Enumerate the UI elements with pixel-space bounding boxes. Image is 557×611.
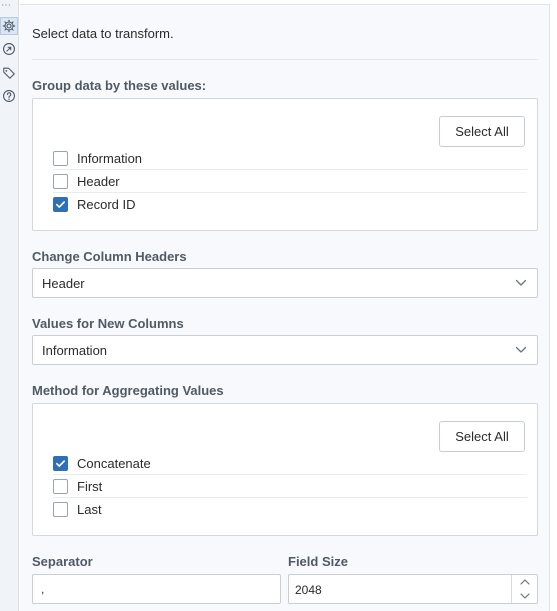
option-label: Last (77, 502, 102, 517)
group-option-information[interactable]: Information (53, 147, 527, 170)
annotation-arrow-icon[interactable] (1, 41, 17, 57)
separator-input[interactable] (32, 574, 281, 604)
configuration-panel: Select data to transform. Group data by … (20, 4, 550, 611)
aggregate-label: Method for Aggregating Values (32, 383, 224, 398)
checkmark-icon (56, 459, 65, 467)
new-columns-select[interactable]: Information (32, 335, 538, 365)
tool-rail: ⋯ (0, 0, 19, 611)
checkbox[interactable] (53, 150, 68, 166)
selected-value: Information (42, 342, 108, 358)
settings-gear-icon[interactable] (0, 17, 18, 35)
aggregate-list: Select All Concatenate First Last (32, 403, 538, 536)
checkbox-checked[interactable] (53, 455, 68, 471)
aggregate-option-first[interactable]: First (53, 475, 527, 498)
field-size-value[interactable]: 2048 (295, 583, 322, 597)
decrement-chevron-down-icon[interactable] (512, 589, 537, 603)
scrollbar-track[interactable] (550, 0, 557, 611)
group-by-label: Group data by these values: (32, 78, 207, 93)
option-label: Header (77, 173, 120, 189)
divider (32, 59, 538, 60)
tag-icon[interactable] (1, 65, 17, 81)
option-label: First (77, 478, 103, 494)
field-size-stepper[interactable]: 2048 (288, 574, 538, 604)
option-label: Information (77, 150, 143, 166)
group-option-record-id[interactable]: Record ID (53, 193, 527, 216)
change-headers-select[interactable]: Header (32, 268, 538, 298)
checkbox[interactable] (53, 173, 68, 189)
checkbox-checked[interactable] (53, 197, 68, 212)
option-label: Concatenate (77, 455, 151, 471)
option-label: Record ID (77, 197, 136, 212)
stepper-buttons (511, 575, 537, 603)
increment-chevron-up-icon[interactable] (512, 575, 537, 589)
intro-text: Select data to transform. (32, 26, 174, 41)
field-size-label: Field Size (288, 554, 348, 569)
checkmark-icon (56, 201, 65, 208)
aggregate-option-concatenate[interactable]: Concatenate (53, 452, 527, 475)
overflow-dots-icon[interactable]: ⋯ (1, 1, 17, 11)
group-option-header[interactable]: Header (53, 170, 527, 193)
chevron-down-icon (515, 279, 527, 287)
new-columns-label: Values for New Columns (32, 316, 184, 331)
change-headers-label: Change Column Headers (32, 249, 187, 264)
aggregate-option-last[interactable]: Last (53, 498, 527, 521)
group-by-list: Select All Information Header Record ID (32, 98, 538, 231)
checkbox[interactable] (53, 478, 68, 494)
separator-label: Separator (32, 554, 93, 569)
aggregate-select-all-button[interactable]: Select All (439, 421, 525, 452)
checkbox[interactable] (53, 502, 68, 517)
chevron-down-icon (515, 346, 527, 354)
group-select-all-button[interactable]: Select All (439, 116, 525, 147)
selected-value: Header (42, 275, 85, 291)
help-icon[interactable] (1, 88, 17, 104)
